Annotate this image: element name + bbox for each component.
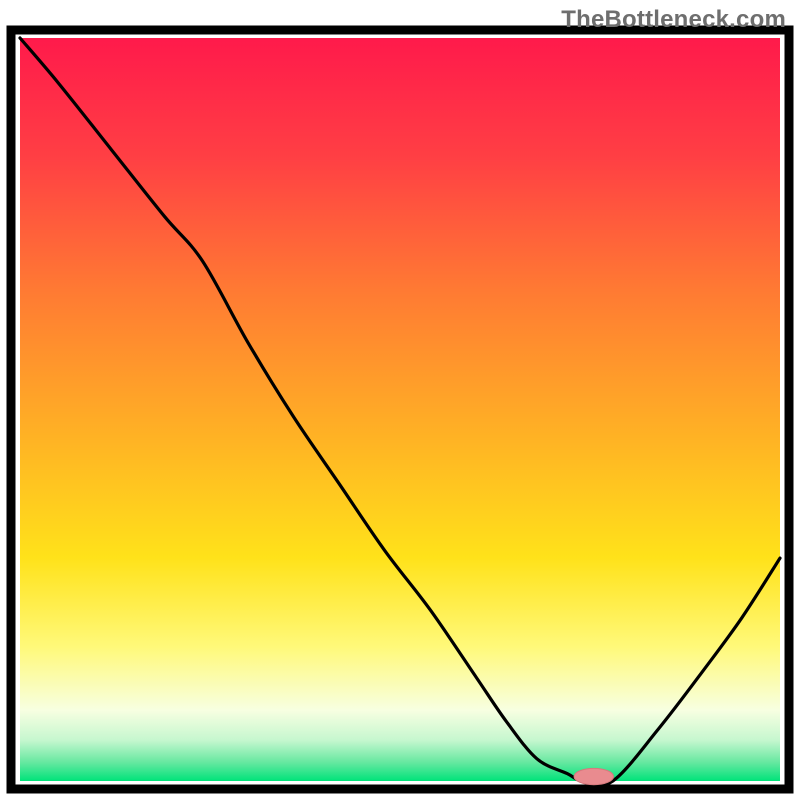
chart-container: { "watermark": { "text": "TheBottleneck.… <box>0 0 800 800</box>
plot-heat-fill <box>20 38 780 781</box>
optimal-marker <box>574 768 614 784</box>
bottleneck-chart <box>0 0 800 800</box>
watermark-text: TheBottleneck.com <box>561 6 786 34</box>
